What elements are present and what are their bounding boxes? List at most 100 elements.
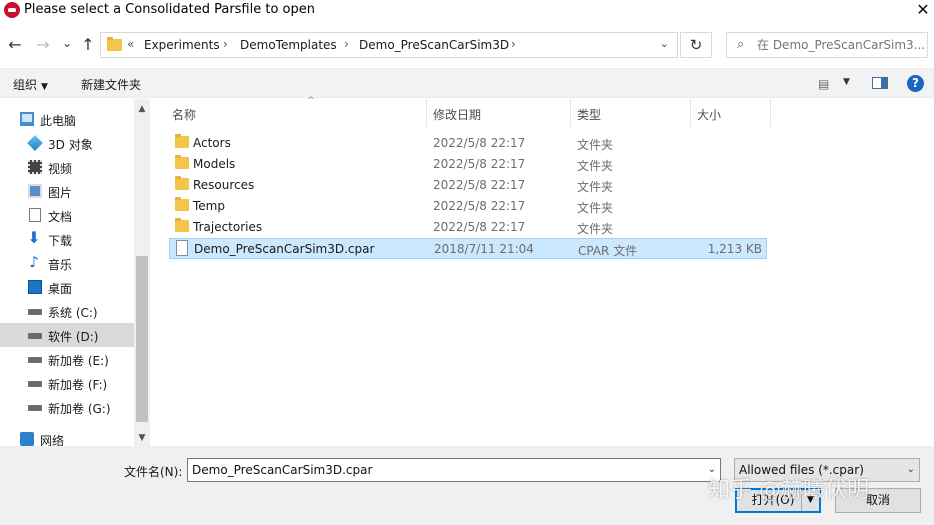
drive-icon [28, 333, 42, 339]
breadcrumb-demo-prescancarsim3d[interactable]: Demo_PreScanCarSim3D [359, 38, 509, 52]
sidebar-item-documents[interactable]: 文档 [0, 203, 134, 227]
file-icon [176, 240, 188, 256]
sidebar-item-drive-e[interactable]: 新加卷 (E:) [0, 347, 134, 371]
sidebar-item-label: 视频 [48, 162, 73, 176]
scroll-up-icon[interactable]: ▲ [134, 101, 150, 117]
breadcrumb-experiments[interactable]: Experiments [144, 38, 220, 52]
breadcrumb-demotemplates[interactable]: DemoTemplates [240, 38, 337, 52]
sidebar-item-drive-c[interactable]: 系统 (C:) [0, 299, 134, 323]
sidebar-item-this-pc[interactable]: 此电脑 [0, 107, 134, 131]
breadcrumb-separator-icon[interactable]: › [511, 37, 516, 51]
sidebar-item-label: 音乐 [48, 258, 73, 272]
open-button[interactable]: 打开(O) ▼ [735, 488, 821, 513]
column-header-type[interactable]: 类型 [571, 99, 691, 127]
sidebar-item-3d-objects[interactable]: 3D 对象 [0, 131, 134, 155]
file-type-filter-select[interactable]: Allowed files (*.cpar) ⌄ [734, 458, 920, 482]
sidebar-item-label: 此电脑 [40, 114, 77, 128]
sidebar-item-label: 软件 (D:) [48, 330, 99, 344]
computer-icon [20, 112, 34, 126]
sidebar-item-label: 新加卷 (G:) [48, 402, 111, 416]
help-icon[interactable]: ? [907, 75, 924, 92]
sidebar-item-label: 系统 (C:) [48, 306, 98, 320]
view-dropdown-icon[interactable]: ▼ [843, 77, 850, 87]
title-bar: Please select a Consolidated Parsfile to… [0, 0, 934, 22]
folder-icon [175, 155, 189, 169]
list-item[interactable]: Resources 2022/5/8 22:17 文件夹 [169, 175, 767, 196]
sidebar-item-label: 图片 [48, 186, 73, 200]
scrollbar-thumb[interactable] [136, 256, 148, 422]
filename-dropdown-icon[interactable]: ⌄ [708, 464, 716, 475]
sidebar-item-downloads[interactable]: ⬇ 下载 [0, 227, 134, 251]
list-item[interactable]: Actors 2022/5/8 22:17 文件夹 [169, 133, 767, 154]
file-type: 文件夹 [577, 138, 614, 152]
dialog-footer: 文件名(N): Demo_PreScanCarSim3D.cpar ⌄ Allo… [0, 446, 934, 525]
video-icon [28, 160, 42, 174]
back-arrow-icon[interactable]: ← [6, 35, 24, 55]
breadcrumb-separator-icon[interactable]: › [344, 37, 349, 51]
downloads-icon: ⬇ [27, 228, 41, 247]
file-date: 2022/5/8 22:17 [433, 220, 526, 234]
filename-input[interactable]: Demo_PreScanCarSim3D.cpar ⌄ [187, 458, 721, 482]
preview-pane-icon[interactable] [872, 77, 888, 89]
sidebar-item-drive-f[interactable]: 新加卷 (F:) [0, 371, 134, 395]
column-header-label: 大小 [697, 108, 722, 122]
up-arrow-icon[interactable]: ↑ [79, 35, 97, 55]
file-size: 1,213 KB [707, 242, 762, 256]
column-header-label: 名称 [172, 108, 197, 122]
refresh-button[interactable]: ↻ [680, 32, 712, 58]
close-icon[interactable]: ✕ [912, 0, 934, 22]
desktop-icon [28, 280, 42, 294]
navigation-pane: 此电脑 3D 对象 视频 图片 文档 ⬇ 下载 ♪ 音乐 桌面 系统 (C:) … [0, 99, 150, 446]
file-type-filter-value: Allowed files (*.cpar) [739, 463, 864, 477]
command-toolbar: 组织 ▼ 新建文件夹 ▤ ▼ ? [0, 68, 934, 98]
file-type: 文件夹 [577, 222, 614, 236]
breadcrumb-separator-icon[interactable]: › [223, 37, 228, 51]
file-list: 名称 ^ 修改日期 类型 大小 Actors 2022/5/8 22:17 文件… [151, 96, 934, 446]
file-name: Trajectories [193, 220, 263, 234]
sidebar-item-label: 文档 [48, 210, 73, 224]
list-item[interactable]: Demo_PreScanCarSim3D.cpar 2018/7/11 21:0… [169, 238, 767, 259]
refresh-icon: ↻ [689, 36, 703, 54]
sidebar-item-label: 桌面 [48, 282, 73, 296]
recent-locations-chevron-icon[interactable]: ⌄ [58, 33, 76, 53]
drive-icon [28, 405, 42, 411]
sidebar-item-network[interactable]: 网络 [0, 427, 134, 446]
organize-label: 组织 [13, 78, 38, 92]
forward-arrow-icon[interactable]: → [34, 35, 52, 55]
filename-value: Demo_PreScanCarSim3D.cpar [192, 463, 373, 477]
network-icon [20, 432, 34, 446]
new-folder-button[interactable]: 新建文件夹 [81, 76, 141, 93]
open-split-dropdown-icon[interactable]: ▼ [801, 490, 819, 511]
breadcrumb-overflow-icon[interactable]: « [127, 37, 134, 51]
organize-button[interactable]: 组织 ▼ [13, 76, 48, 93]
column-header-name[interactable]: 名称 ^ [167, 96, 427, 127]
column-header-date[interactable]: 修改日期 [427, 99, 571, 127]
list-item[interactable]: Models 2022/5/8 22:17 文件夹 [169, 154, 767, 175]
sidebar-item-label: 新加卷 (F:) [48, 378, 108, 392]
sidebar-item-music[interactable]: ♪ 音乐 [0, 251, 134, 275]
column-header-size[interactable]: 大小 [691, 99, 771, 127]
sidebar-item-pictures[interactable]: 图片 [0, 179, 134, 203]
sidebar-scrollbar[interactable]: ▲ ▼ [134, 99, 150, 446]
file-date: 2022/5/8 22:17 [433, 178, 526, 192]
sidebar-item-label: 下载 [48, 234, 73, 248]
folder-icon [175, 197, 189, 211]
list-item[interactable]: Trajectories 2022/5/8 22:17 文件夹 [169, 217, 767, 238]
scroll-down-icon[interactable]: ▼ [134, 430, 150, 446]
file-date: 2022/5/8 22:17 [433, 157, 526, 171]
sidebar-item-videos[interactable]: 视频 [0, 155, 134, 179]
cancel-button[interactable]: 取消 [835, 488, 921, 513]
list-item[interactable]: Temp 2022/5/8 22:17 文件夹 [169, 196, 767, 217]
address-bar[interactable]: « Experiments › DemoTemplates › Demo_Pre… [100, 32, 678, 58]
sidebar-item-drive-g[interactable]: 新加卷 (G:) [0, 395, 134, 419]
sidebar-item-drive-d[interactable]: 软件 (D:) [0, 323, 134, 347]
view-options-icon[interactable]: ▤ [818, 77, 829, 91]
search-input[interactable] [757, 36, 925, 54]
address-dropdown-icon[interactable]: ⌄ [660, 37, 669, 50]
dropdown-arrow-icon: ▼ [41, 82, 48, 92]
search-box[interactable]: ⌕ [726, 32, 928, 58]
search-icon: ⌕ [737, 37, 745, 52]
file-type: 文件夹 [577, 180, 614, 194]
sidebar-item-desktop[interactable]: 桌面 [0, 275, 134, 299]
open-button-label: 打开(O) [751, 493, 795, 507]
